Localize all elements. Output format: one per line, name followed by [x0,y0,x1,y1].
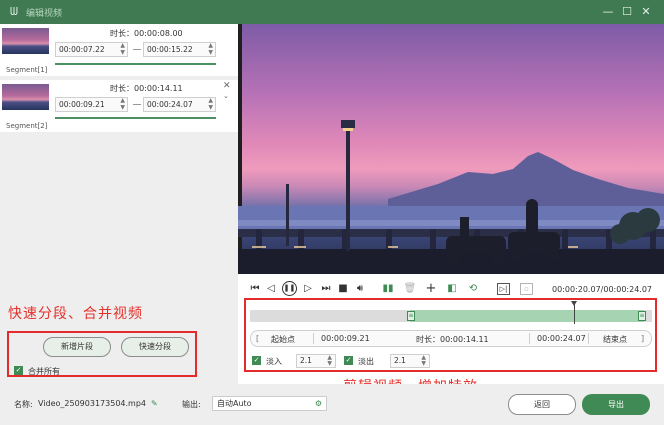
rotate-icon[interactable]: ⟲ [466,282,480,296]
segment-end-value: 00:00:15.22 [147,45,193,54]
editor-controls: ⏮ ◁ ❚❚ ▷ ⏭ ■ 🔊︎ ▮▮ 🗑︎ + ◧ ⟲ ▷| ▫ 00:00:2… [238,274,664,384]
divider [313,333,314,344]
trim-duration: 时长：00:00:14.11 [416,335,489,344]
divider [529,333,530,344]
close-button[interactable]: ✕ [638,4,654,20]
minimize-button[interactable]: — [600,4,616,20]
crop-icon[interactable]: ◧ [445,282,459,296]
segment-start-input[interactable]: 00:00:07.22 ▲ ▼ [55,42,128,57]
pause-icon[interactable]: ❚❚ [282,281,297,296]
trim-controls: [ 起始点 00:00:09.21 时长：00:00:14.11 00:00:2… [250,330,652,347]
window-title: 编辑视频 [26,9,63,19]
segment-thumbnail [2,28,49,54]
delete-segment-icon[interactable]: ✕ [223,81,231,91]
skip-start-icon[interactable]: ⏮ [248,282,262,296]
start-point-button[interactable]: 起始点 [271,334,295,345]
segment-thumbnail [2,84,49,110]
segment-label: Segment[1] [6,66,48,74]
volume-icon[interactable]: 🔊︎ [353,282,367,296]
mountain-silhouette [388,152,664,214]
edit-name-icon[interactable]: ✎ [151,399,158,408]
spinner-icon[interactable]: ▲ ▼ [208,97,213,111]
range-separator [133,104,141,105]
spinner-icon[interactable]: ▲ ▼ [421,355,426,367]
segment-end-value: 00:00:24.07 [147,100,193,109]
segment-start-value: 00:00:09.21 [59,100,105,109]
range-start-handle[interactable]: ≡ [407,311,415,321]
export-button[interactable]: 导出 [582,394,650,415]
frame-back-icon[interactable]: ◁ [264,282,278,296]
back-button[interactable]: 返回 [508,394,576,415]
fade-out-value: 2.1 [394,356,406,365]
chevron-down-icon[interactable]: ⌄ [223,92,229,100]
maximize-button[interactable]: ☐ [619,4,635,20]
output-select[interactable]: 自动Auto ⚙ [212,396,327,411]
bracket-icon: ] [641,334,645,343]
fade-in-checkbox[interactable]: ✓ [252,356,261,365]
segment-panel: Segment[1] 时长：00:00:08.00 00:00:07.22 ▲ ▼… [0,24,238,384]
app-logo-icon: ᗯ [10,5,18,18]
segment-end-input[interactable]: 00:00:24.07 ▲ ▼ [143,97,216,112]
time-readout: 00:00:20.07/00:00:24.07 [552,285,652,294]
video-preview[interactable] [238,24,664,274]
gear-icon[interactable]: ⚙ [315,397,322,410]
spinner-icon[interactable]: ▲ ▼ [120,42,125,56]
split-icon[interactable]: ▮▮ [381,282,395,296]
lamp-light [343,128,353,131]
lamp-post [346,129,350,251]
mark-out-icon[interactable]: ▫ [520,283,533,295]
lamp-head [341,120,355,128]
add-icon[interactable]: + [424,282,438,296]
fade-in-input[interactable]: 2.1 ▲ ▼ [296,354,336,368]
video-frame [238,120,664,274]
segment-label: Segment[2] [6,122,48,130]
annotation-split-merge: 快速分段、合并视频 [8,306,143,322]
playhead[interactable] [571,301,577,324]
end-point-button[interactable]: 结束点 [603,334,627,345]
end-point-value[interactable]: 00:00:24.07 [537,334,586,343]
fade-in-label: 淡入 [266,357,282,366]
frame-forward-icon[interactable]: ▷ [301,282,315,296]
add-segment-button[interactable]: 新增片段 [43,337,111,357]
fade-out-input[interactable]: 2.1 ▲ ▼ [390,354,430,368]
segment-range-bar [55,117,216,119]
skip-end-icon[interactable]: ⏭ [319,282,333,296]
name-label: 名称: [14,400,33,409]
selected-range [410,310,644,322]
fade-out-label: 淡出 [358,357,374,366]
merge-all-label: 合并所有 [28,367,60,376]
fade-in-value: 2.1 [300,356,312,365]
segment-end-input[interactable]: 00:00:15.22 ▲ ▼ [143,42,216,57]
segment-item-2[interactable]: Segment[2] 时长：00:00:14.11 00:00:09.21 ▲ ▼… [0,80,238,132]
range-end-handle[interactable]: ≡ [638,311,646,321]
sea-shimmer [238,220,664,226]
title-bar: ᗯ 编辑视频 — ☐ ✕ [0,0,664,24]
timeline-track[interactable]: ≡ ≡ [250,310,652,322]
mark-in-icon[interactable]: ▷| [497,283,510,295]
delete-icon[interactable]: 🗑︎ [403,282,417,296]
divider [588,333,589,344]
sign-post [286,184,289,246]
stop-icon[interactable]: ■ [336,282,350,296]
segment-start-value: 00:00:07.22 [59,45,105,54]
spinner-icon[interactable]: ▲ ▼ [208,42,213,56]
segment-duration: 时长：00:00:08.00 [110,29,183,38]
output-value: 自动Auto [217,399,252,408]
spinner-icon[interactable]: ▲ ▼ [120,97,125,111]
merge-all-checkbox[interactable]: ✓ [14,366,23,375]
bottom-bar: 名称: Video_250903173504.mp4 ✎ 输出: 自动Auto … [0,384,664,425]
file-name: Video_250903173504.mp4 [38,399,146,408]
spinner-icon[interactable]: ▲ ▼ [327,355,332,367]
segment-duration: 时长：00:00:14.11 [110,84,183,93]
bracket-icon: [ [256,334,260,343]
segment-item-1[interactable]: Segment[1] 时长：00:00:08.00 00:00:07.22 ▲ ▼… [0,24,238,76]
fade-out-checkbox[interactable]: ✓ [344,356,353,365]
range-separator [133,49,141,50]
start-point-value[interactable]: 00:00:09.21 [321,334,370,343]
quick-split-button[interactable]: 快速分段 [121,337,189,357]
output-label: 输出: [182,400,201,409]
segment-range-bar [55,63,216,65]
segment-start-input[interactable]: 00:00:09.21 ▲ ▼ [55,97,128,112]
